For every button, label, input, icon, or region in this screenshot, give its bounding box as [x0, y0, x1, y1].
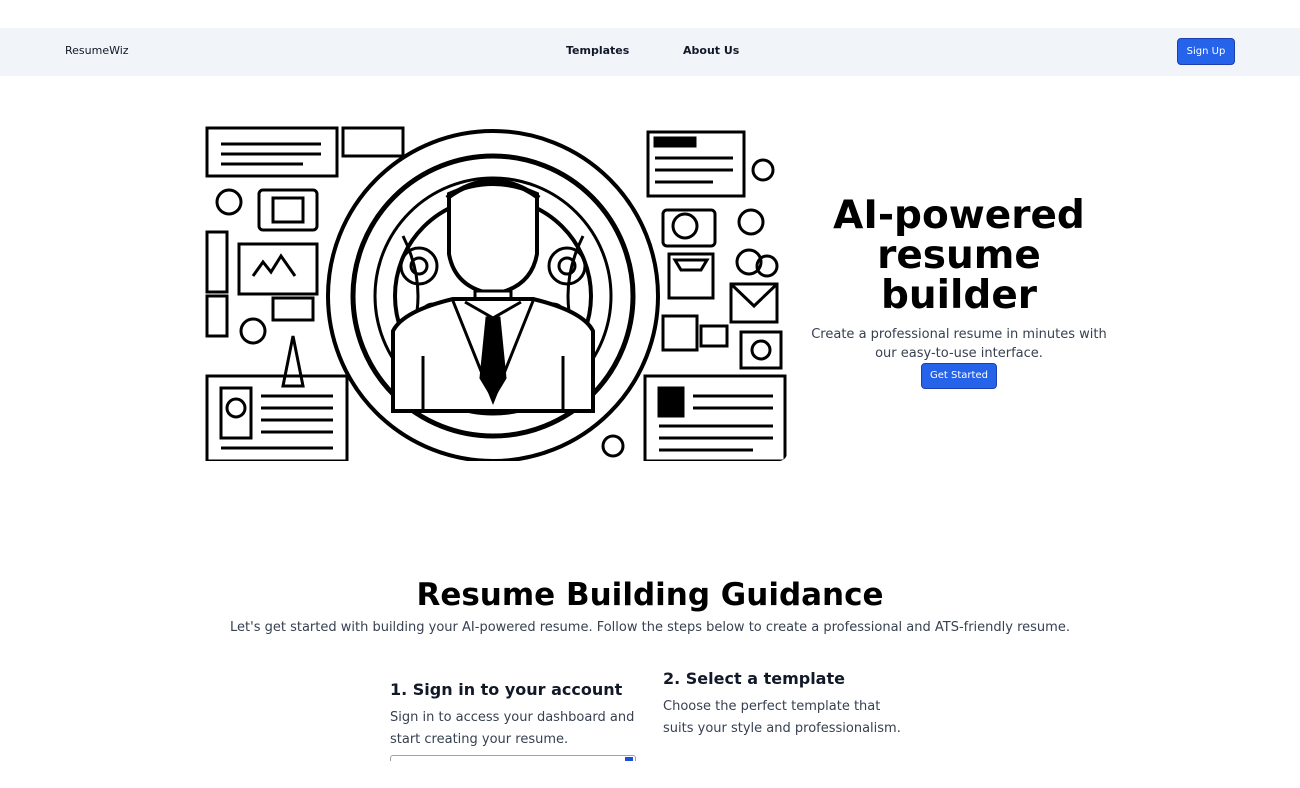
step-title: 2. Select a template: [663, 669, 845, 688]
step-text: Choose the perfect template that suits y…: [663, 699, 901, 736]
hero-title: AI-powered resume builder: [833, 193, 1085, 318]
hero-illustration: [193, 126, 787, 461]
step-preview-image: [390, 755, 636, 761]
hero-subtitle: Create a professional resume in minutes …: [811, 327, 1107, 361]
preview-accent: [625, 757, 633, 761]
step-text: Sign in to access your dashboard and sta…: [390, 710, 635, 747]
guidance-intro: Let's get started with building your AI-…: [230, 620, 1070, 635]
navbar: ResumeWiz Templates About Us Sign Up: [0, 28, 1300, 76]
nav-link-about-us[interactable]: About Us: [683, 44, 739, 57]
get-started-button[interactable]: Get Started: [921, 363, 997, 389]
step-title: 1. Sign in to your account: [390, 680, 623, 699]
nav-link-templates[interactable]: Templates: [566, 44, 629, 57]
step-card-select-template: 2. Select a template Choose the perfect …: [663, 669, 903, 740]
sign-up-button[interactable]: Sign Up: [1177, 38, 1235, 65]
brand-logo[interactable]: ResumeWiz: [65, 44, 129, 57]
step-card-sign-in: 1. Sign in to your account Sign in to ac…: [390, 680, 640, 751]
guidance-title: Resume Building Guidance: [416, 577, 884, 613]
